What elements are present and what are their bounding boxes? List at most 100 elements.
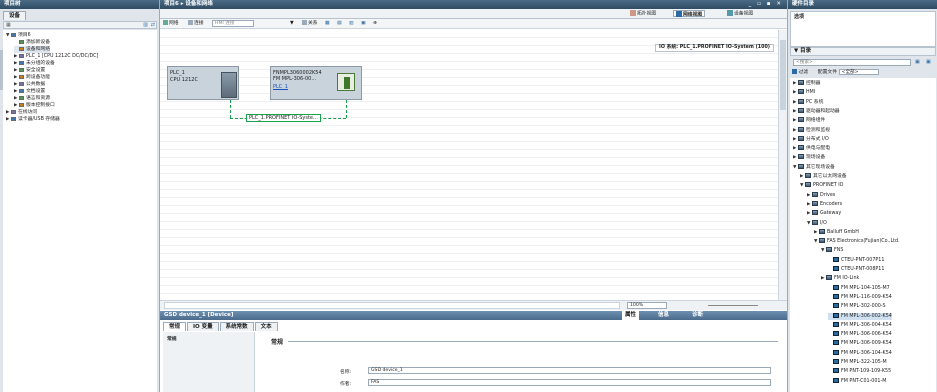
split-icon[interactable]: ⇄ <box>151 22 155 28</box>
search-next-icon[interactable]: ▣ <box>915 59 920 65</box>
catalog-folder-item[interactable]: ▶ Gateway <box>807 210 841 217</box>
relations-tool[interactable]: 关系 <box>302 20 318 27</box>
catalog-folder-item[interactable]: ▶ 现场设备 <box>793 154 825 161</box>
inspector-diagnostics-tab[interactable]: 诊断 <box>692 311 703 320</box>
network-icon <box>676 11 682 17</box>
canvas-vertical-scrollbar[interactable] <box>778 30 787 300</box>
toolbar-icon-4[interactable]: ▣ <box>361 20 366 27</box>
project-tree-item[interactable]: ▶ 安全设置 <box>14 67 45 74</box>
project-tree-item[interactable]: ▶ 读卡器/USB 存储器 <box>6 116 60 123</box>
catalog-folder-item[interactable]: ▶ Balluff GmbH <box>814 228 859 236</box>
catalog-folder-item[interactable]: ▶ 检测和监视 <box>793 126 830 134</box>
catalog-item-label: FM PNT-C01-001-M <box>841 378 887 384</box>
catalog-folder-item[interactable]: ▶ HMI <box>793 89 815 96</box>
catalog-device-item[interactable]: FM MPL-116-009-K54 <box>828 293 892 301</box>
plc-type: CPU 1212C <box>170 77 198 83</box>
catalog-item-label: Drives <box>820 192 836 198</box>
io-device-link[interactable]: PLC_1 <box>273 84 288 90</box>
catalog-device-item[interactable]: FM MPL-306-004-K54 <box>828 321 892 329</box>
catalog-folder-item[interactable]: ▶ 其它以太网设备 <box>800 173 847 180</box>
filter-checkbox[interactable] <box>792 69 797 74</box>
catalog-folder-item[interactable]: ▶ 网络组件 <box>793 117 825 124</box>
grid-icon[interactable]: ▦ <box>6 22 11 28</box>
catalog-folder-item[interactable]: ▼ PROFINET IO <box>800 182 843 189</box>
device-view-tab[interactable]: 设备视图 <box>727 10 753 17</box>
profinet-label[interactable]: PLC_1.PROFINET IO-Syste... <box>246 114 321 122</box>
network-view-label: 网络视图 <box>683 12 703 18</box>
project-tree-item[interactable]: ▶ 公共数据 <box>14 81 45 88</box>
window-controls[interactable]: _ ▫ ▪ ✕ <box>748 0 783 9</box>
folder-icon <box>798 89 804 95</box>
catalog-folder-item[interactable]: ▶ PC 系统 <box>793 98 823 106</box>
inspector-tab[interactable]: 系统常数 <box>219 322 254 331</box>
folder-icon <box>812 219 818 225</box>
zoom-in-icon[interactable]: ⊕ <box>373 20 377 27</box>
toolbar-icon-2[interactable]: ▤ <box>337 20 342 27</box>
catalog-device-item[interactable]: FM MPL-306-006-K54 <box>828 331 892 338</box>
inspector-tab[interactable]: IO 变量 <box>187 322 219 331</box>
catalog-device-item[interactable]: FM MPL-302-000-S <box>828 303 886 310</box>
topology-view-tab[interactable]: 拓扑视图 <box>630 10 656 17</box>
canvas-horizontal-scrollbar[interactable] <box>164 302 620 309</box>
dropdown-arrow-icon[interactable]: ▼ <box>290 20 294 27</box>
view-toggle-icon[interactable]: ▥ <box>143 22 148 28</box>
catalog-device-item[interactable]: FM MPL-306-009-K54 <box>828 340 892 347</box>
name-field[interactable]: GSD device_1 <box>368 367 771 374</box>
catalog-section-header[interactable]: ▼ 目录 <box>790 47 936 56</box>
catalog-device-item[interactable]: FM MPL-306-104-K54 <box>828 349 892 357</box>
plc-device[interactable]: PLC_1 CPU 1212C <box>167 66 239 100</box>
project-tree-item[interactable]: 添加新设备 <box>14 39 50 46</box>
catalog-device-item[interactable]: FM MPL-104-105-M7 <box>828 284 890 292</box>
catalog-device-item[interactable]: FM MPL-322-105-M <box>828 359 887 366</box>
side-tab-devices-networks[interactable] <box>0 50 3 90</box>
tab-devices[interactable]: 设备 <box>3 11 27 20</box>
project-tree-item[interactable]: ▶ 跨设备功能 <box>14 74 50 81</box>
catalog-folder-item[interactable]: ▼ 其它现场设备 <box>793 163 835 171</box>
profile-select[interactable]: <全部> <box>838 69 879 75</box>
catalog-folder-item[interactable]: ▼ FNS <box>821 247 843 254</box>
inspector-nav-general[interactable]: 常规 <box>167 335 177 342</box>
catalog-folder-item[interactable]: ▼ I/O <box>807 219 827 227</box>
catalog-folder-item[interactable]: ▶ 驱动器和起动器 <box>793 107 840 115</box>
project-tree-item[interactable]: ▼ 项目6 <box>6 32 31 39</box>
zoom-slider[interactable] <box>708 305 758 306</box>
project-tree-item[interactable]: 设备和网络 <box>14 46 50 53</box>
project-tree-item[interactable]: ▶ 语言和资源 <box>14 95 50 102</box>
io-device[interactable]: FNMPL3060002K54 FM MPL-306-00... PLC_1 <box>270 66 362 100</box>
toolbar-icon-3[interactable]: ▥ <box>349 20 354 27</box>
catalog-device-item[interactable]: CTEU-PNT-007P11 <box>828 256 885 264</box>
inspector-tab[interactable]: 文本 <box>254 322 278 331</box>
catalog-device-item[interactable]: FM PNT-109-109-K55 <box>828 368 891 375</box>
network-tool[interactable]: 网络 <box>163 20 179 27</box>
project-tree-item[interactable]: ▶ 版本控制接口 <box>14 102 55 109</box>
catalog-folder-item[interactable]: ▼ FAS Electronics(Fujian)Co.,Ltd. <box>814 238 900 245</box>
project-tree-item[interactable]: ▶ 文档设置 <box>14 88 45 95</box>
catalog-item-label: CTEU-PNT-007P11 <box>841 257 885 263</box>
folder-icon <box>798 145 804 151</box>
catalog-device-item[interactable]: FM MPL-306-002-K54 <box>828 312 892 320</box>
catalog-folder-item[interactable]: ▶ FM IO-Link <box>821 275 859 282</box>
inspector-tab[interactable]: 常规 <box>163 322 187 331</box>
project-tree-item[interactable]: ▶ 在线访问 <box>6 109 37 116</box>
toolbar-icon-1[interactable]: ▦ <box>325 20 330 27</box>
inspector-info-tab[interactable]: 信息 <box>658 311 669 320</box>
catalog-folder-item[interactable]: ▶ 供电与配电 <box>793 145 830 152</box>
catalog-folder-item[interactable]: ▶ 分布式 I/O <box>793 135 829 143</box>
catalog-search-input[interactable]: <搜索> <box>793 59 911 66</box>
inspector-properties-tab[interactable]: 属性 <box>622 311 640 320</box>
project-tree-item[interactable]: ▶ PLC_1 [CPU 1212C DC/DC/DC] <box>14 53 98 60</box>
network-canvas[interactable]: IO 系统: PLC_1.PROFINET IO-System (100) PL… <box>160 30 778 300</box>
catalog-device-item[interactable]: CTEU-PNT-008P11 <box>828 266 884 273</box>
connections-tool[interactable]: 连接 <box>188 20 204 27</box>
catalog-folder-item[interactable]: ▶ 控制器 <box>793 80 820 87</box>
catalog-device-item[interactable]: FM PNT-C01-001-M <box>828 377 887 385</box>
project-tree-item[interactable]: ▶ 未分组的设备 <box>14 60 55 67</box>
catalog-folder-item[interactable]: ▶ Drives <box>807 191 836 199</box>
device-module-icon <box>833 256 839 262</box>
zoom-select[interactable]: 100% <box>627 302 667 309</box>
catalog-folder-item[interactable]: ▶ Encoders <box>807 200 842 208</box>
network-view-tab[interactable]: 网络视图 <box>673 10 706 18</box>
author-field[interactable]: FAS <box>368 379 771 386</box>
search-prev-icon[interactable]: ▣ <box>926 59 931 65</box>
connection-type-select[interactable]: HMI 连接 <box>212 20 254 27</box>
